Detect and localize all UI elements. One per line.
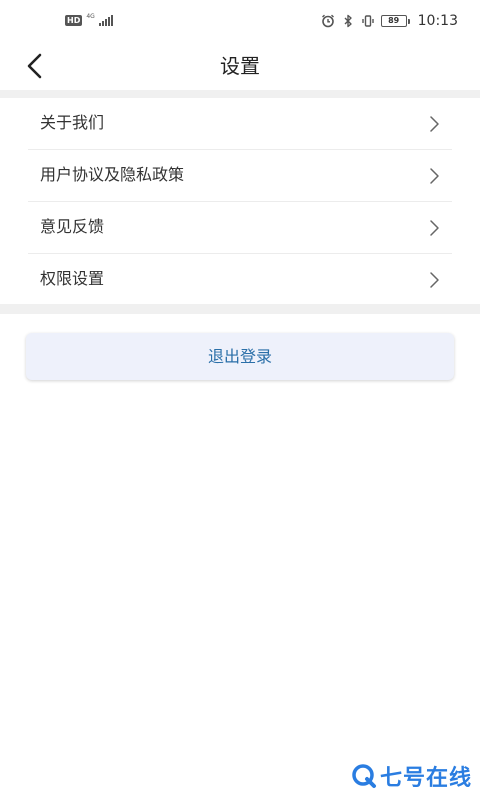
menu-item-about-us[interactable]: 关于我们 [28,98,452,150]
hd-badge: HD [65,15,83,26]
alarm-icon [321,14,334,28]
bluetooth-icon [344,14,352,28]
menu-item-label: 意见反馈 [40,217,105,236]
menu-item-permissions[interactable]: 权限设置 [28,254,452,306]
chevron-right-icon [430,116,439,132]
signal-icon [98,15,113,26]
battery-level: 89 [380,15,407,27]
chevron-right-icon [430,168,439,184]
status-left: HD 4G [65,13,113,26]
page-title: 设置 [220,54,260,78]
menu-item-label: 权限设置 [40,269,105,288]
section-divider [0,90,480,98]
nav-bar: 设置 [0,44,480,88]
vibrate-icon [361,15,374,27]
status-bar: HD 4G 89 10:13 [0,0,480,44]
watermark: 七号在线 [351,760,472,792]
watermark-logo-icon [352,764,376,788]
menu-item-user-agreement[interactable]: 用户协议及隐私政策 [28,150,452,202]
menu-item-label: 关于我们 [40,113,105,132]
network-type: 4G [86,13,95,20]
battery-icon: 89 [380,15,410,27]
section-divider [0,304,480,314]
settings-menu: 关于我们 用户协议及隐私政策 意见反馈 权限设置 [0,98,480,306]
menu-item-feedback[interactable]: 意见反馈 [28,202,452,254]
chevron-right-icon [430,220,439,236]
chevron-right-icon [430,272,439,288]
status-right: 89 10:13 [321,13,458,29]
clock: 10:13 [417,13,458,29]
menu-item-label: 用户协议及隐私政策 [40,165,185,184]
watermark-text: 七号在线 [379,766,472,791]
logout-button[interactable]: 退出登录 [26,333,454,380]
